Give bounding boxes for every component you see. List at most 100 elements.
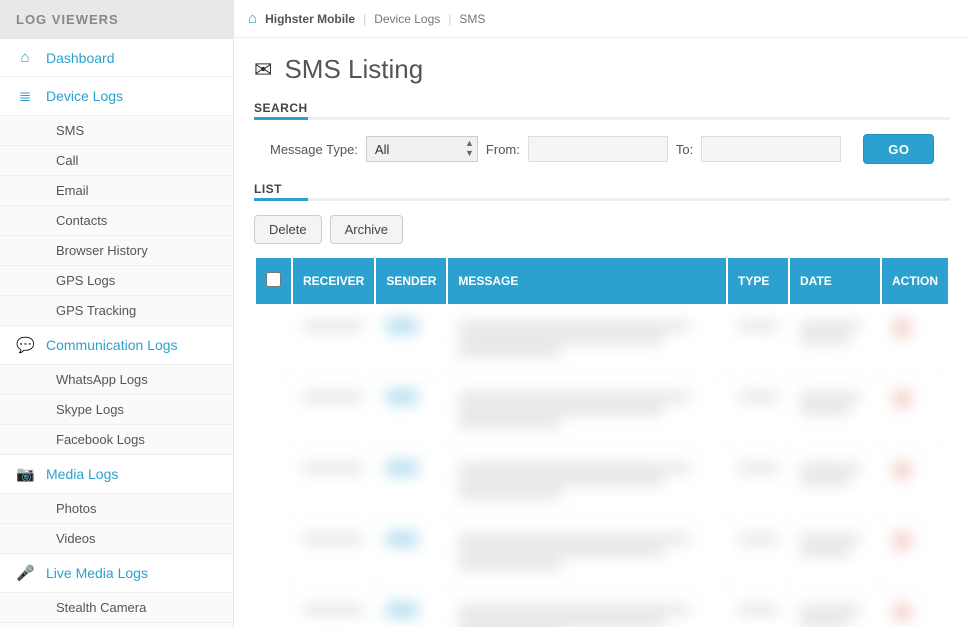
from-date-input[interactable] xyxy=(528,136,668,162)
row-message xyxy=(448,304,726,375)
sidebar-item-photos[interactable]: Photos xyxy=(0,493,233,523)
sidebar-item-sms[interactable]: SMS xyxy=(0,115,233,145)
row-checkbox-cell xyxy=(256,517,291,588)
sidebar-section-label: Media Logs xyxy=(46,466,118,482)
row-receiver xyxy=(293,446,374,517)
row-type xyxy=(728,375,788,446)
row-receiver xyxy=(293,588,374,627)
sidebar-item-gps-tracking[interactable]: GPS Tracking xyxy=(0,295,233,325)
message-type-label: Message Type: xyxy=(270,142,358,157)
sidebar-item-facebook-logs[interactable]: Facebook Logs xyxy=(0,424,233,454)
camera-icon: 📷 xyxy=(16,465,34,483)
row-action[interactable] xyxy=(882,588,948,627)
list-icon: ≣ xyxy=(16,87,34,105)
breadcrumb-separator: | xyxy=(448,12,451,26)
table-row xyxy=(256,446,948,517)
row-date xyxy=(790,517,880,588)
row-message xyxy=(448,375,726,446)
row-sender xyxy=(376,375,446,446)
column-receiver[interactable]: RECEIVER xyxy=(293,258,374,304)
sidebar-item-call[interactable]: Call xyxy=(0,145,233,175)
row-checkbox-cell xyxy=(256,446,291,517)
row-sender xyxy=(376,517,446,588)
sidebar-section-media-logs[interactable]: 📷 Media Logs xyxy=(0,454,233,493)
to-date-input[interactable] xyxy=(701,136,841,162)
row-date xyxy=(790,446,880,517)
row-type xyxy=(728,588,788,627)
row-checkbox-cell xyxy=(256,375,291,446)
row-sender xyxy=(376,446,446,517)
table-row xyxy=(256,588,948,627)
sms-table: RECEIVER SENDER MESSAGE TYPE DATE ACTION xyxy=(254,258,950,627)
sidebar-item-skype-logs[interactable]: Skype Logs xyxy=(0,394,233,424)
column-type[interactable]: TYPE xyxy=(728,258,788,304)
row-type xyxy=(728,304,788,375)
table-row xyxy=(256,517,948,588)
sidebar-section-label: Communication Logs xyxy=(46,337,178,353)
row-checkbox-cell xyxy=(256,588,291,627)
from-label: From: xyxy=(486,142,520,157)
row-action[interactable] xyxy=(882,304,948,375)
archive-button[interactable]: Archive xyxy=(330,215,403,244)
envelope-icon: ✉ xyxy=(254,57,272,83)
row-action[interactable] xyxy=(882,375,948,446)
sidebar-section-device-logs[interactable]: ≣ Device Logs xyxy=(0,76,233,115)
sidebar-item-videos[interactable]: Videos xyxy=(0,523,233,553)
sidebar-item-contacts[interactable]: Contacts xyxy=(0,205,233,235)
row-receiver xyxy=(293,517,374,588)
select-all-checkbox[interactable] xyxy=(266,272,281,287)
row-receiver xyxy=(293,304,374,375)
sidebar-section-label: Device Logs xyxy=(46,88,123,104)
main-panel: ⌂ Highster Mobile | Device Logs | SMS ✉ … xyxy=(234,0,970,627)
row-message xyxy=(448,446,726,517)
row-date xyxy=(790,375,880,446)
sidebar-item-email[interactable]: Email xyxy=(0,175,233,205)
sidebar-item-stealth-camera[interactable]: Stealth Camera xyxy=(0,592,233,622)
go-button[interactable]: GO xyxy=(863,134,934,164)
row-type xyxy=(728,517,788,588)
page-title-wrap: ✉ SMS Listing xyxy=(254,54,950,85)
delete-row-icon[interactable] xyxy=(892,389,912,409)
column-date[interactable]: DATE xyxy=(790,258,880,304)
chat-icon: 💬 xyxy=(16,336,34,354)
message-type-select[interactable]: All xyxy=(366,136,478,162)
sidebar-section-communication-logs[interactable]: 💬 Communication Logs xyxy=(0,325,233,364)
home-icon[interactable]: ⌂ xyxy=(248,10,257,27)
sidebar-item-call-recording[interactable]: Call Recording xyxy=(0,622,233,627)
breadcrumb-leaf[interactable]: SMS xyxy=(459,12,485,26)
sidebar-title: LOG VIEWERS xyxy=(0,0,233,39)
row-receiver xyxy=(293,375,374,446)
table-row xyxy=(256,375,948,446)
sidebar-item-browser-history[interactable]: Browser History xyxy=(0,235,233,265)
breadcrumb-mid[interactable]: Device Logs xyxy=(374,12,440,26)
list-section-label: LIST xyxy=(254,182,950,196)
page-title: SMS Listing xyxy=(284,54,423,85)
row-action[interactable] xyxy=(882,446,948,517)
row-message xyxy=(448,588,726,627)
search-form: Message Type: All ▲▼ From: To: GO xyxy=(254,134,950,164)
breadcrumb-root[interactable]: Highster Mobile xyxy=(265,12,355,26)
delete-row-icon[interactable] xyxy=(892,318,912,338)
row-date xyxy=(790,304,880,375)
sidebar-section-live-media-logs[interactable]: 🎤Live Media Logs xyxy=(0,553,233,592)
column-action[interactable]: ACTION xyxy=(882,258,948,304)
delete-row-icon[interactable] xyxy=(892,602,912,622)
sidebar-item-whatsapp-logs[interactable]: WhatsApp Logs xyxy=(0,364,233,394)
sidebar-section-label: Live Media Logs xyxy=(46,565,148,581)
column-message[interactable]: MESSAGE xyxy=(448,258,726,304)
delete-button[interactable]: Delete xyxy=(254,215,322,244)
row-sender xyxy=(376,588,446,627)
table-row xyxy=(256,304,948,375)
search-section-label: SEARCH xyxy=(254,101,950,115)
sidebar-item-gps-logs[interactable]: GPS Logs xyxy=(0,265,233,295)
delete-row-icon[interactable] xyxy=(892,531,912,551)
column-sender[interactable]: SENDER xyxy=(376,258,446,304)
row-action[interactable] xyxy=(882,517,948,588)
sidebar-section-dashboard[interactable]: ⌂Dashboard xyxy=(0,39,233,76)
breadcrumb: ⌂ Highster Mobile | Device Logs | SMS xyxy=(234,0,970,38)
delete-row-icon[interactable] xyxy=(892,460,912,480)
row-sender xyxy=(376,304,446,375)
to-label: To: xyxy=(676,142,693,157)
breadcrumb-separator: | xyxy=(363,12,366,26)
row-type xyxy=(728,446,788,517)
